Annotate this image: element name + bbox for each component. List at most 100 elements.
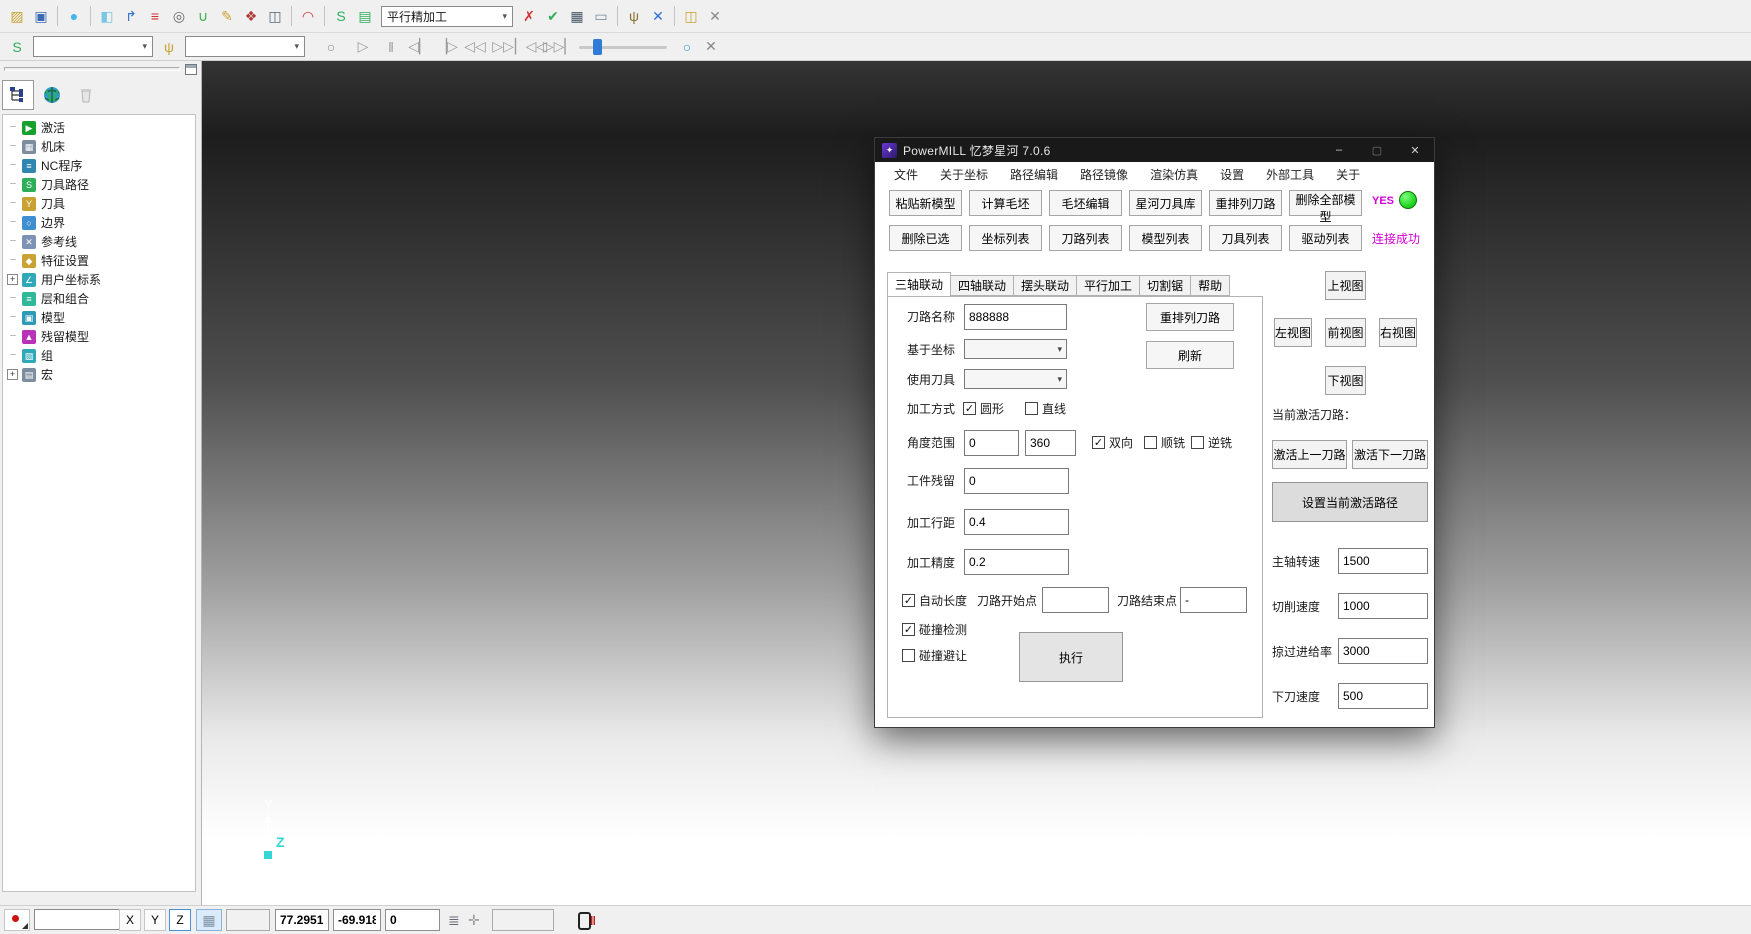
calculator-icon[interactable]: ▦ bbox=[565, 4, 589, 28]
tab-recycle-bin[interactable] bbox=[70, 80, 102, 110]
sim-tool-combo[interactable]: ▾ bbox=[185, 36, 305, 57]
view-right-button[interactable]: 右视图 bbox=[1379, 318, 1417, 347]
axis-z-button[interactable]: Z bbox=[169, 909, 191, 931]
climb-checkbox[interactable] bbox=[1144, 436, 1157, 449]
coordinate-x-field[interactable] bbox=[275, 909, 329, 931]
tool-database-icon[interactable]: ◎ bbox=[167, 4, 191, 28]
tab-5[interactable]: 帮助 bbox=[1191, 275, 1230, 296]
close-button[interactable]: ✕ bbox=[1396, 138, 1434, 162]
probe-icon[interactable]: ○ bbox=[319, 35, 343, 59]
tree-item-10[interactable]: ┄▣模型 bbox=[3, 308, 195, 327]
tool-pair-icon[interactable]: ψ bbox=[622, 4, 646, 28]
tree-item-6[interactable]: ┄✕参考线 bbox=[3, 232, 195, 251]
grid-snap-button[interactable]: ▦ bbox=[196, 909, 222, 931]
action-r2-5[interactable]: 驱动列表 bbox=[1289, 225, 1362, 251]
tree-item-4[interactable]: ┄Y刀具 bbox=[3, 194, 195, 213]
dialog-titlebar[interactable]: ✦ PowerMILL 忆梦星河 7.0.6 – ▢ ✕ bbox=[875, 138, 1434, 162]
verify-simulation-icon[interactable]: ✔ bbox=[541, 4, 565, 28]
activate-next-toolpath-button[interactable]: 激活下一刀路 bbox=[1352, 440, 1428, 469]
tab-0[interactable]: 三轴联动 bbox=[887, 272, 951, 296]
block-icon[interactable]: ◧ bbox=[95, 4, 119, 28]
menu-item-1[interactable]: 关于坐标 bbox=[929, 162, 999, 188]
tree-item-5[interactable]: ┄○边界 bbox=[3, 213, 195, 232]
maximize-button[interactable]: ▢ bbox=[1358, 138, 1396, 162]
pause-device-icon[interactable]: ‖ bbox=[578, 912, 591, 930]
start-point-input[interactable] bbox=[1042, 587, 1109, 613]
pattern-points-icon[interactable]: ❖ bbox=[239, 4, 263, 28]
tab-globe[interactable] bbox=[36, 80, 68, 110]
view-left-button[interactable]: 左视图 bbox=[1274, 318, 1312, 347]
expander-icon[interactable]: + bbox=[7, 274, 18, 285]
sim-toolpath-icon[interactable]: S bbox=[5, 35, 29, 59]
feeds-speeds-icon[interactable]: ≡ bbox=[143, 4, 167, 28]
locate-cursor-icon[interactable]: ✛ bbox=[468, 909, 480, 931]
workplane-indicator-button[interactable] bbox=[4, 909, 30, 931]
snap-field[interactable] bbox=[226, 909, 270, 931]
workplane-combo[interactable]: ▾ bbox=[34, 909, 130, 930]
menu-item-3[interactable]: 路径镜像 bbox=[1069, 162, 1139, 188]
action-r2-1[interactable]: 坐标列表 bbox=[969, 225, 1042, 251]
tab-explorer-tree[interactable] bbox=[2, 80, 34, 110]
menu-item-4[interactable]: 渲染仿真 bbox=[1139, 162, 1209, 188]
tab-1[interactable]: 四轴联动 bbox=[951, 275, 1014, 296]
speed-input[interactable] bbox=[1338, 638, 1428, 664]
toolpath-list-icon[interactable]: ▤ bbox=[353, 4, 377, 28]
view-front-button[interactable]: 前视图 bbox=[1325, 318, 1366, 347]
edit-pencil-icon[interactable]: ✎ bbox=[215, 4, 239, 28]
tree-item-0[interactable]: ┄▶激活 bbox=[3, 118, 195, 137]
action-r1-0[interactable]: 粘贴新模型 bbox=[889, 190, 962, 216]
set-active-path-button[interactable]: 设置当前激活路径 bbox=[1272, 482, 1428, 522]
collision-avoid-checkbox[interactable] bbox=[902, 649, 915, 662]
menu-item-7[interactable]: 关于 bbox=[1325, 162, 1371, 188]
tree-item-9[interactable]: ┄≡层和组合 bbox=[3, 289, 195, 308]
fast-forward-button[interactable]: ▷▷ bbox=[491, 35, 515, 59]
menu-item-0[interactable]: 文件 bbox=[883, 162, 929, 188]
tool-select[interactable]: ▾ bbox=[964, 369, 1067, 389]
action-r1-2[interactable]: 毛坯编辑 bbox=[1049, 190, 1122, 216]
save-project-icon[interactable]: ▣ bbox=[29, 4, 53, 28]
minimize-button[interactable]: – bbox=[1320, 138, 1358, 162]
speed-input[interactable] bbox=[1338, 683, 1428, 709]
bidirectional-checkbox[interactable] bbox=[1092, 436, 1105, 449]
slider-handle[interactable] bbox=[593, 39, 602, 55]
sim-tool-icon[interactable]: ψ bbox=[157, 35, 181, 59]
go-to-end-button[interactable]: ▷▷▏ bbox=[547, 35, 571, 59]
strategy-combo[interactable]: 平行精加工 ▾ bbox=[381, 6, 513, 27]
measure-field[interactable] bbox=[492, 909, 554, 931]
execute-button[interactable]: 执行 bbox=[1019, 632, 1123, 682]
action-r2-0[interactable]: 删除已选 bbox=[889, 225, 962, 251]
action-r1-4[interactable]: 重排列刀路 bbox=[1209, 190, 1282, 216]
tree-item-13[interactable]: +▤宏 bbox=[3, 365, 195, 384]
collision-arc-icon[interactable]: ◠ bbox=[296, 4, 320, 28]
menu-item-6[interactable]: 外部工具 bbox=[1255, 162, 1325, 188]
coordinate-y-field[interactable] bbox=[333, 909, 381, 931]
clock-icon[interactable]: ○ bbox=[675, 35, 699, 59]
tree-item-2[interactable]: ┄≡NC程序 bbox=[3, 156, 195, 175]
conventional-checkbox[interactable] bbox=[1191, 436, 1204, 449]
collision-check-checkbox[interactable] bbox=[902, 623, 915, 636]
transform-icon[interactable]: ✕ bbox=[646, 4, 670, 28]
measure-icon[interactable]: ▭ bbox=[589, 4, 613, 28]
action-r1-3[interactable]: 星河刀具库 bbox=[1129, 190, 1202, 216]
tree-item-12[interactable]: ┄▧组 bbox=[3, 346, 195, 365]
go-to-start-button[interactable]: ▏◁◁ bbox=[519, 35, 543, 59]
coordinate-z-field[interactable] bbox=[385, 909, 440, 931]
tab-4[interactable]: 切割锯 bbox=[1140, 275, 1191, 296]
stock-input[interactable] bbox=[964, 468, 1069, 494]
circular-checkbox[interactable] bbox=[963, 402, 976, 415]
action-r2-4[interactable]: 刀具列表 bbox=[1209, 225, 1282, 251]
tool-holder-icon[interactable]: ◫ bbox=[263, 4, 287, 28]
linear-checkbox[interactable] bbox=[1025, 402, 1038, 415]
action-r1-1[interactable]: 计算毛坯 bbox=[969, 190, 1042, 216]
tab-3[interactable]: 平行加工 bbox=[1077, 275, 1140, 296]
angle-to-input[interactable] bbox=[1025, 430, 1076, 456]
tolerance-input[interactable] bbox=[964, 549, 1069, 575]
open-project-icon[interactable]: ▨ bbox=[5, 4, 29, 28]
sim-toolbar-close-icon[interactable]: ✕ bbox=[699, 35, 723, 59]
pause-button[interactable]: ‖ bbox=[379, 35, 403, 59]
toolbar-close-icon[interactable]: ✕ bbox=[703, 4, 727, 28]
toolpath-strategy-icon[interactable]: ↱ bbox=[119, 4, 143, 28]
end-point-input[interactable] bbox=[1180, 587, 1247, 613]
sim-toolpath-combo[interactable]: ▾ bbox=[33, 36, 153, 57]
tree-item-8[interactable]: +∠用户坐标系 bbox=[3, 270, 195, 289]
